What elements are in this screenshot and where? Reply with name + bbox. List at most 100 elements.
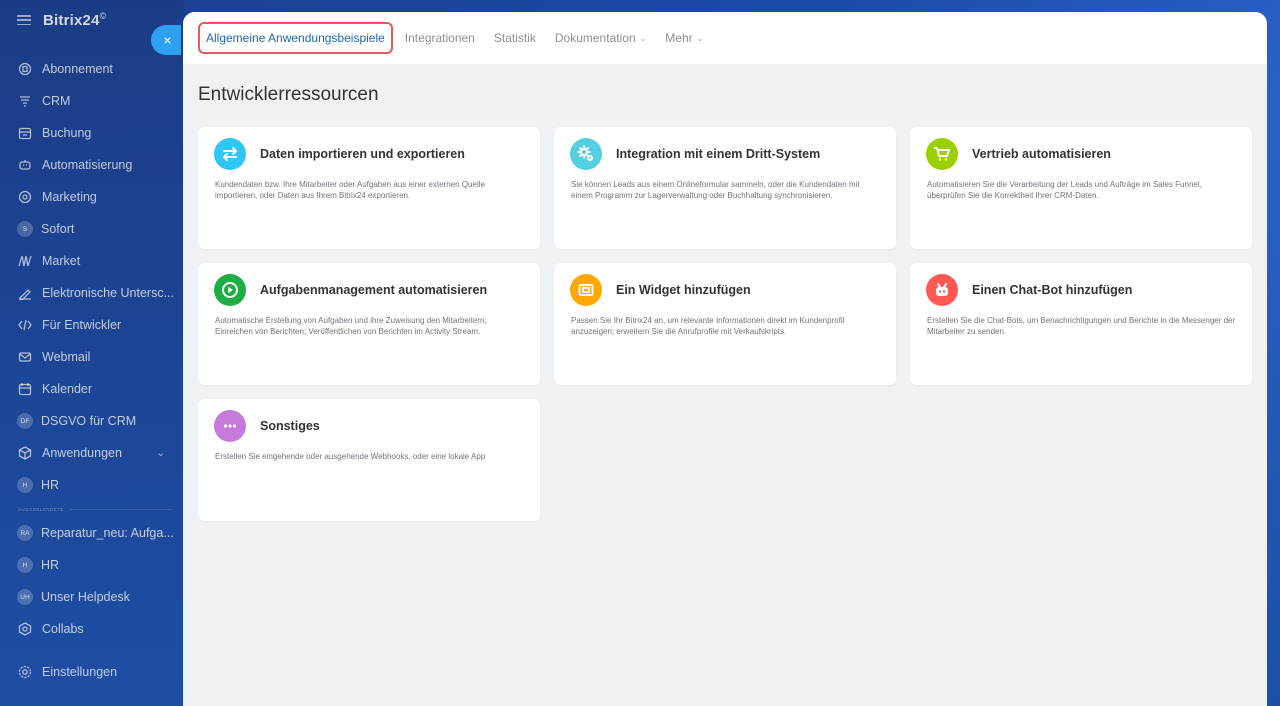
sidebar-item-label: Unser Helpdesk xyxy=(41,590,130,604)
more-dots-icon xyxy=(214,410,246,442)
tab-mehr[interactable]: Mehr ⌄ xyxy=(665,31,703,45)
collabs-icon xyxy=(18,622,32,636)
apps-icon xyxy=(18,446,32,460)
avatar-badge: H xyxy=(17,477,33,493)
sidebar-item-elektronische-untersc[interactable]: Elektronische Untersc... xyxy=(0,277,183,309)
sidebar-item-label: Anwendungen xyxy=(42,446,122,460)
card-description: Erstellen Sie die Chat-Bots, um Benachri… xyxy=(927,316,1236,336)
sidebar-item-einstellungen[interactable]: Einstellungen xyxy=(0,656,183,688)
sidebar-item-dsgvo-f-r-crm[interactable]: DF DSGVO für CRM xyxy=(0,405,183,437)
app-card[interactable]: Ein Widget hinzufügen Passen Sie Ihr Bitr… xyxy=(554,263,896,385)
sidebar-item-abonnement[interactable]: Abonnement xyxy=(0,53,183,85)
sidebar-item-hr[interactable]: H HR xyxy=(0,469,183,501)
chevron-down-icon: ⌄ xyxy=(696,33,704,43)
robot-icon xyxy=(18,158,32,172)
chevron-down-icon: ⌄ xyxy=(639,33,647,43)
app-card[interactable]: Integration mit einem Dritt-System Sie kö… xyxy=(554,127,896,249)
card-title: Vertrieb automatisieren xyxy=(972,147,1111,161)
sidebar-item-label: Sofort xyxy=(41,222,75,236)
card-header: Daten importieren und exportieren xyxy=(198,127,540,170)
tab-allgemeine-anwendungsbeispiele[interactable]: Allgemeine Anwendungsbeispiele xyxy=(198,22,393,54)
sidebar-item-label: Abonnement xyxy=(42,62,113,76)
main-panel: Allgemeine Anwendungsbeispiele Integratio… xyxy=(183,12,1267,706)
card-description: Kundendaten bzw. Ihre Mitarbeiter oder A… xyxy=(215,180,485,200)
app-card[interactable]: Vertrieb automatisieren Automatisieren Si… xyxy=(910,127,1252,249)
card-header: Einen Chat-Bot hinzufügen xyxy=(910,263,1252,306)
bot-icon xyxy=(926,274,958,306)
app-card[interactable]: Aufgabenmanagement automatisieren Automat… xyxy=(198,263,540,385)
tab-label: Integrationen xyxy=(404,31,475,45)
card-description: Erstellen Sie eingehende oder ausgehende… xyxy=(215,452,486,461)
top-navigation: Allgemeine Anwendungsbeispiele Integratio… xyxy=(183,12,1267,64)
settings-icon xyxy=(18,665,32,679)
avatar-badge: H xyxy=(17,557,33,573)
sidebar-item-marketing[interactable]: Marketing xyxy=(0,181,183,213)
card-title: Aufgabenmanagement automatisieren xyxy=(260,283,488,297)
avatar-badge: UH xyxy=(17,589,33,605)
card-description: Sie können Leads aus einem Onlineformula… xyxy=(571,180,860,200)
card-title: Einen Chat-Bot hinzufügen xyxy=(972,283,1133,297)
menu-icon[interactable] xyxy=(17,15,31,25)
sidebar-item-label: HR xyxy=(41,478,60,492)
card-header: Vertrieb automatisieren xyxy=(910,127,1252,170)
sidebar-item-label: DSGVO für CRM xyxy=(41,414,137,428)
app-card[interactable]: Einen Chat-Bot hinzufügen Erstellen Sie d… xyxy=(910,263,1252,385)
sidebar-item-collabs[interactable]: Collabs xyxy=(0,613,183,645)
app-card[interactable]: Sonstiges Erstellen Sie eingehende oder a… xyxy=(198,399,540,521)
tab-label: Dokumentation xyxy=(554,31,636,45)
tab-label: Allgemeine Anwendungsbeispiele xyxy=(206,31,385,45)
avatar-badge: RA xyxy=(17,525,33,541)
sidebar-item-crm[interactable]: CRM xyxy=(0,85,183,117)
sidebar: Bitrix24© Abonnement CRM Buchung Automatisi… xyxy=(0,0,183,706)
card-header: Integration mit einem Dritt-System xyxy=(554,127,896,170)
sidebar-item-buchung[interactable]: Buchung xyxy=(0,117,183,149)
card-header: Sonstiges xyxy=(198,399,540,442)
sidebar-item-automatisierung[interactable]: Automatisierung xyxy=(0,149,183,181)
card-header: Aufgabenmanagement automatisieren xyxy=(198,263,540,306)
sidebar-item-label: Für Entwickler xyxy=(42,318,122,332)
sidebar-item-label: Kalender xyxy=(42,382,93,396)
sidebar-item-hr[interactable]: H HR xyxy=(0,549,183,581)
sidebar-item-label: Reparatur_neu: Aufga... xyxy=(41,526,174,540)
sidebar-item-kalender[interactable]: Kalender xyxy=(0,373,183,405)
tab-statistik[interactable]: Statistik xyxy=(494,31,536,45)
avatar-badge: S xyxy=(17,221,33,237)
sidebar-item-label: Automatisierung xyxy=(42,158,133,172)
signature-icon xyxy=(18,286,32,300)
market-icon xyxy=(18,254,32,268)
sidebar-divider: AUSGEBLENDETE xyxy=(0,501,183,517)
page-title: Entwicklerressourcen xyxy=(198,84,379,105)
sidebar-item-anwendungen[interactable]: Anwendungen ⌄ xyxy=(0,437,183,469)
crm-icon xyxy=(18,94,32,108)
card-description: Automatische Erstellung von Aufgaben und… xyxy=(215,316,487,336)
tab-integrationen[interactable]: Integrationen xyxy=(405,31,475,45)
sidebar-item-webmail[interactable]: Webmail xyxy=(0,341,183,373)
sidebar-item-f-r-entwickler[interactable]: Für Entwickler xyxy=(0,309,183,341)
sidebar-item-reparatur-neu-aufga[interactable]: RA Reparatur_neu: Aufga... xyxy=(0,517,183,549)
sidebar-item-label: Einstellungen xyxy=(42,665,118,679)
tab-label: Mehr xyxy=(665,31,693,45)
logo[interactable]: Bitrix24© xyxy=(43,11,106,29)
sidebar-item-label: HR xyxy=(41,558,60,572)
cart-icon xyxy=(926,138,958,170)
play-icon xyxy=(214,274,246,306)
arrows-exchange-icon xyxy=(214,138,246,170)
sidebar-item-sofort[interactable]: S Sofort xyxy=(0,213,183,245)
tab-dokumentation[interactable]: Dokumentation ⌄ xyxy=(555,31,646,45)
sidebar-item-label: CRM xyxy=(42,94,71,108)
card-header: Ein Widget hinzufügen xyxy=(554,263,896,306)
app-card[interactable]: Daten importieren und exportieren Kundend… xyxy=(198,127,540,249)
avatar-badge: DF xyxy=(17,413,33,429)
card-description: Passen Sie Ihr Bitrix24 an, um relevante… xyxy=(571,316,845,336)
sidebar-item-market[interactable]: Market xyxy=(0,245,183,277)
calendar-icon xyxy=(18,382,32,396)
card-description: Automatisieren Sie die Verarbeitung der … xyxy=(927,180,1202,200)
close-button[interactable]: × xyxy=(151,25,181,55)
sidebar-item-unser-helpdesk[interactable]: UH Unser Helpdesk xyxy=(0,581,183,613)
tab-label: Statistik xyxy=(493,31,536,45)
chevron-down-icon[interactable]: ⌄ xyxy=(157,448,165,459)
sidebar-item-label: Buchung xyxy=(42,126,92,140)
code-icon xyxy=(18,318,32,332)
sidebar-item-label: Marketing xyxy=(42,190,97,204)
calendar-booking-icon xyxy=(18,126,32,140)
